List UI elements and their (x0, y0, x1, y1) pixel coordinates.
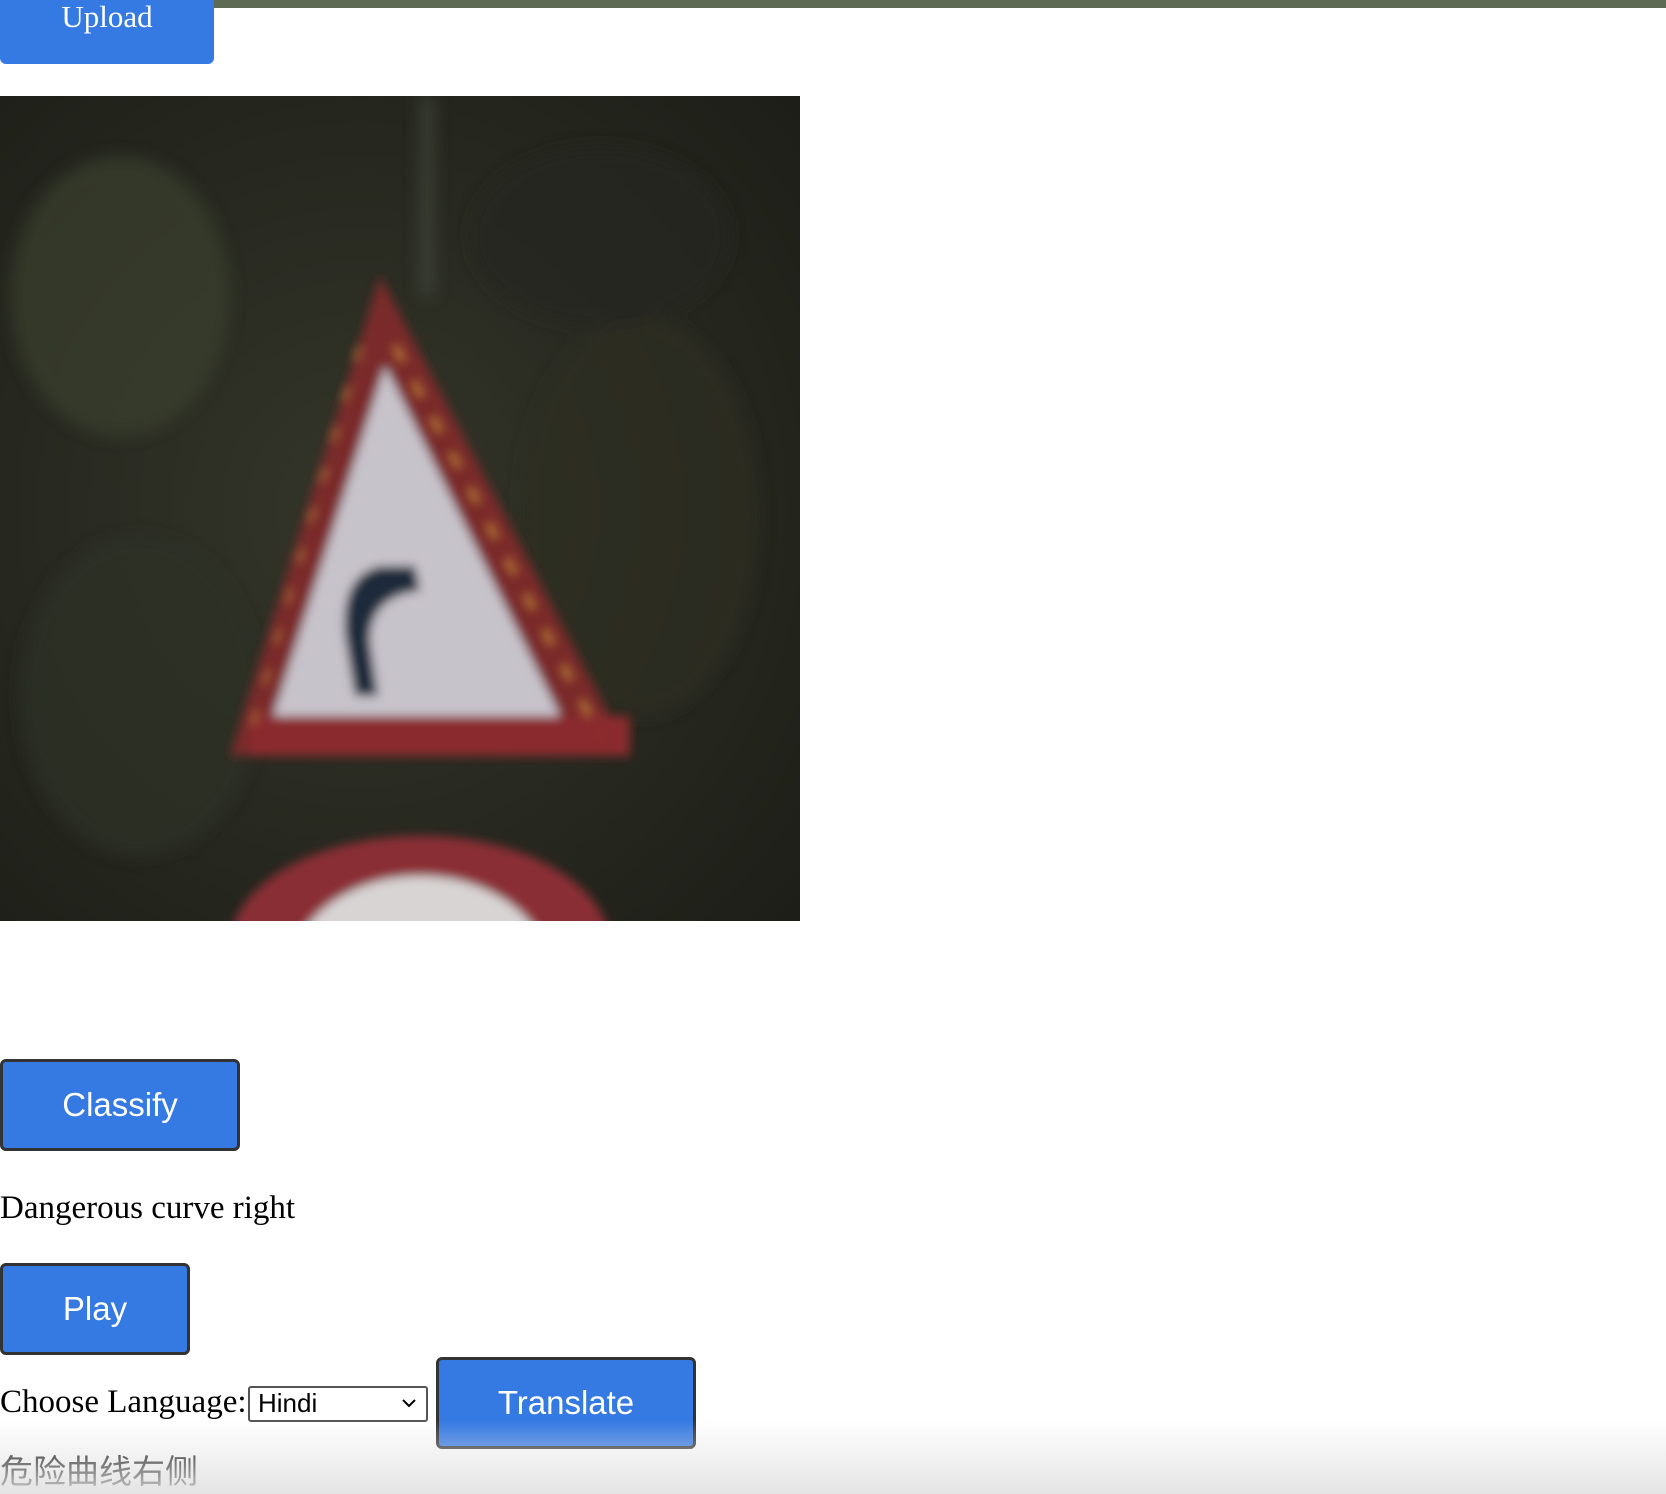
classify-button[interactable]: Classify (0, 1059, 240, 1151)
traffic-sign-image (0, 96, 800, 921)
language-select-value: Hindi (258, 1388, 318, 1418)
translate-button[interactable]: Translate (436, 1357, 696, 1449)
top-bar (0, 0, 1666, 8)
translated-text: 危险曲线右侧 (0, 1452, 198, 1491)
bottom-fade (0, 1420, 1666, 1494)
language-label: Choose Language: (0, 1384, 247, 1420)
language-select[interactable]: Hindi (248, 1386, 428, 1422)
play-button[interactable]: Play (0, 1263, 190, 1355)
upload-button[interactable]: Upload (0, 0, 214, 64)
chevron-down-icon (402, 1399, 416, 1408)
classification-result: Dangerous curve right (0, 1190, 296, 1226)
